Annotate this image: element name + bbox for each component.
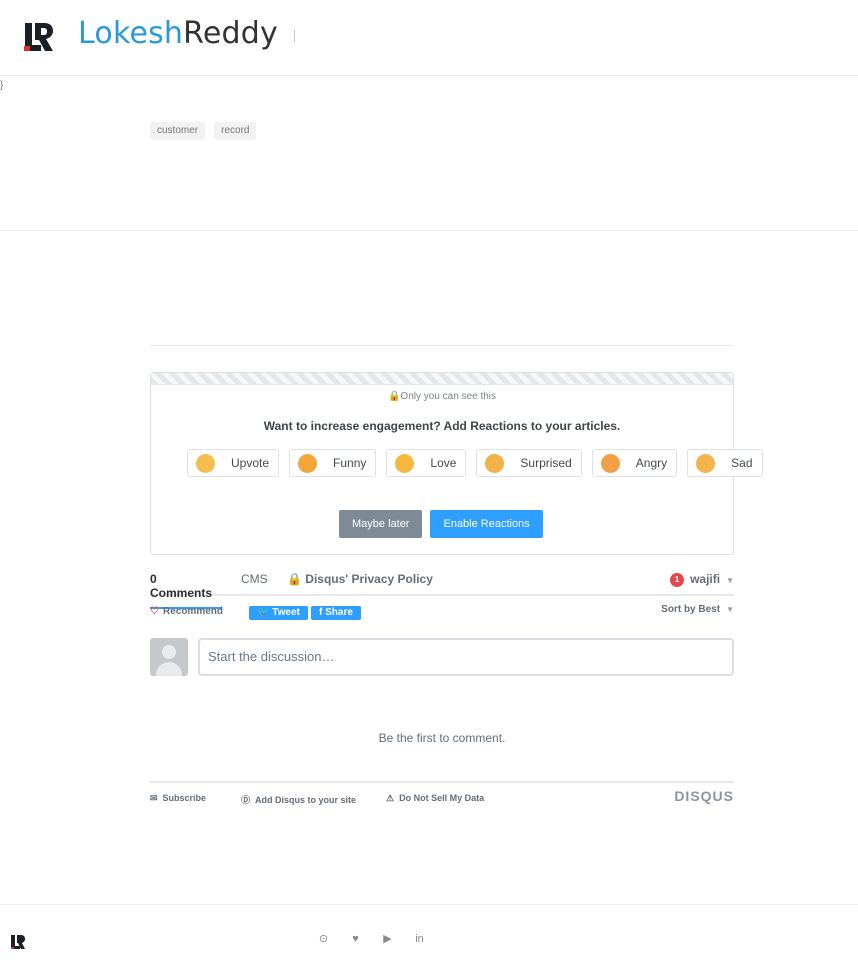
lr-logo-icon[interactable] [10,934,26,950]
reaction-label: Sad [731,456,753,470]
disqus-footer: ✉ Subscribe Ⓓ Add Disqus to your site ⚠ Do … [150,781,734,805]
reaction-label: Upvote [231,456,270,470]
reaction-actions: Maybe later Enable Reactions [339,510,543,538]
brand-divider [294,30,295,42]
sad-face-icon [696,453,716,473]
add-disqus-label: Add Disqus to your site [255,795,357,805]
github-icon[interactable]: ⊙ [316,932,331,947]
private-notice: 🔒Only you can see this [151,391,733,402]
username: wajifi [690,572,721,586]
user-menu[interactable]: 1 wajifi ▼ [670,572,734,587]
disqus-header: 0 Comments CMS 🔒 Disqus' Privacy Policy … [150,570,734,609]
avatar [150,638,188,676]
privacy-policy-label: Disqus' Privacy Policy [305,572,433,586]
add-disqus-link[interactable]: Ⓓ Add Disqus to your site [241,793,356,806]
facebook-share-button[interactable]: f Share [311,606,361,620]
notification-badge: 1 [670,572,685,587]
youtube-icon[interactable]: ▶ [380,932,395,947]
sort-label: Sort by Best [661,604,721,615]
reaction-label: Funny [333,456,367,470]
private-notice-text: Only you can see this [400,391,497,402]
reaction-love[interactable]: Love [386,449,467,477]
do-not-sell-link[interactable]: ⚠ Do Not Sell My Data [386,793,484,804]
reaction-surprised[interactable]: Surprised [476,449,582,477]
tag-record[interactable]: record [214,122,257,140]
post-tags: customer record [150,122,257,140]
recommend-button[interactable]: ♡ Recommend [150,606,223,617]
heart-eyes-icon [395,453,415,473]
privacy-policy-link[interactable]: 🔒 Disqus' Privacy Policy [287,572,433,586]
disqus-logo[interactable]: DISQUS [674,788,734,804]
chevron-down-icon: ▼ [726,605,734,614]
thumbs-up-icon [196,453,215,473]
chevron-down-icon: ▼ [726,576,734,585]
warning-icon: ⚠ [386,793,395,803]
enable-reactions-button[interactable]: Enable Reactions [430,510,543,538]
subscribe-link[interactable]: ✉ Subscribe [150,793,206,804]
social-links: ⊙ ♥ ▶ in [316,932,427,947]
disqus-toolbar: ♡ Recommend 🐦 Tweet f Share Sort by Best ▼ [150,604,734,624]
reaction-label: Surprised [520,456,572,470]
reaction-sad[interactable]: Sad [687,449,763,477]
reaction-upvote[interactable]: Upvote [187,449,280,477]
disqus-icon: Ⓓ [241,795,251,805]
reactions-list: Upvote Funny Love Surprised Angry Sad [187,449,763,477]
reaction-angry[interactable]: Angry [591,449,678,477]
reaction-label: Love [430,456,457,470]
mail-icon: ✉ [150,793,158,803]
reaction-funny[interactable]: Funny [289,449,377,477]
share-label: Share [325,607,353,618]
facebook-icon: f [319,607,323,618]
community-link[interactable]: CMS [241,572,268,586]
brand-last-name: Reddy [183,16,278,51]
striped-banner [151,373,733,385]
subscribe-label: Subscribe [162,793,207,803]
surprised-face-icon [485,453,505,473]
do-not-sell-label: Do Not Sell My Data [399,793,485,803]
site-brand[interactable]: LokeshReddy [78,16,278,51]
tweet-button[interactable]: 🐦 Tweet [249,606,308,620]
reactions-question: Want to increase engagement? Add Reactio… [263,419,621,433]
heart-icon: ♡ [150,606,159,617]
lock-icon: 🔒 [287,572,302,586]
funny-face-icon [298,453,318,473]
empty-comments-message: Be the first to comment. [378,731,506,745]
tweet-label: Tweet [272,607,300,618]
site-footer: ⊙ ♥ ▶ in [0,904,858,977]
maybe-later-button[interactable]: Maybe later [339,510,423,538]
angry-face-icon [600,453,620,473]
reactions-panel: 🔒Only you can see this Want to increase … [150,372,763,555]
lock-icon: 🔒 [387,391,401,402]
brand-first-name: Lokesh [78,16,184,51]
linkedin-icon[interactable]: in [412,932,427,947]
lr-logo-icon[interactable] [22,20,54,52]
top-navbar: LokeshReddy [0,0,858,76]
twitter-icon: 🐦 [257,607,270,618]
stray-character: } [0,80,4,91]
recommend-label: Recommend [162,606,223,617]
comment-input[interactable]: Start the discussion… [198,638,734,676]
reaction-label: Angry [635,456,668,470]
tag-customer[interactable]: customer [150,122,206,140]
comments-divider [150,345,734,346]
sort-dropdown[interactable]: Sort by Best ▼ [661,604,734,615]
twitter-icon[interactable]: ♥ [348,932,363,947]
